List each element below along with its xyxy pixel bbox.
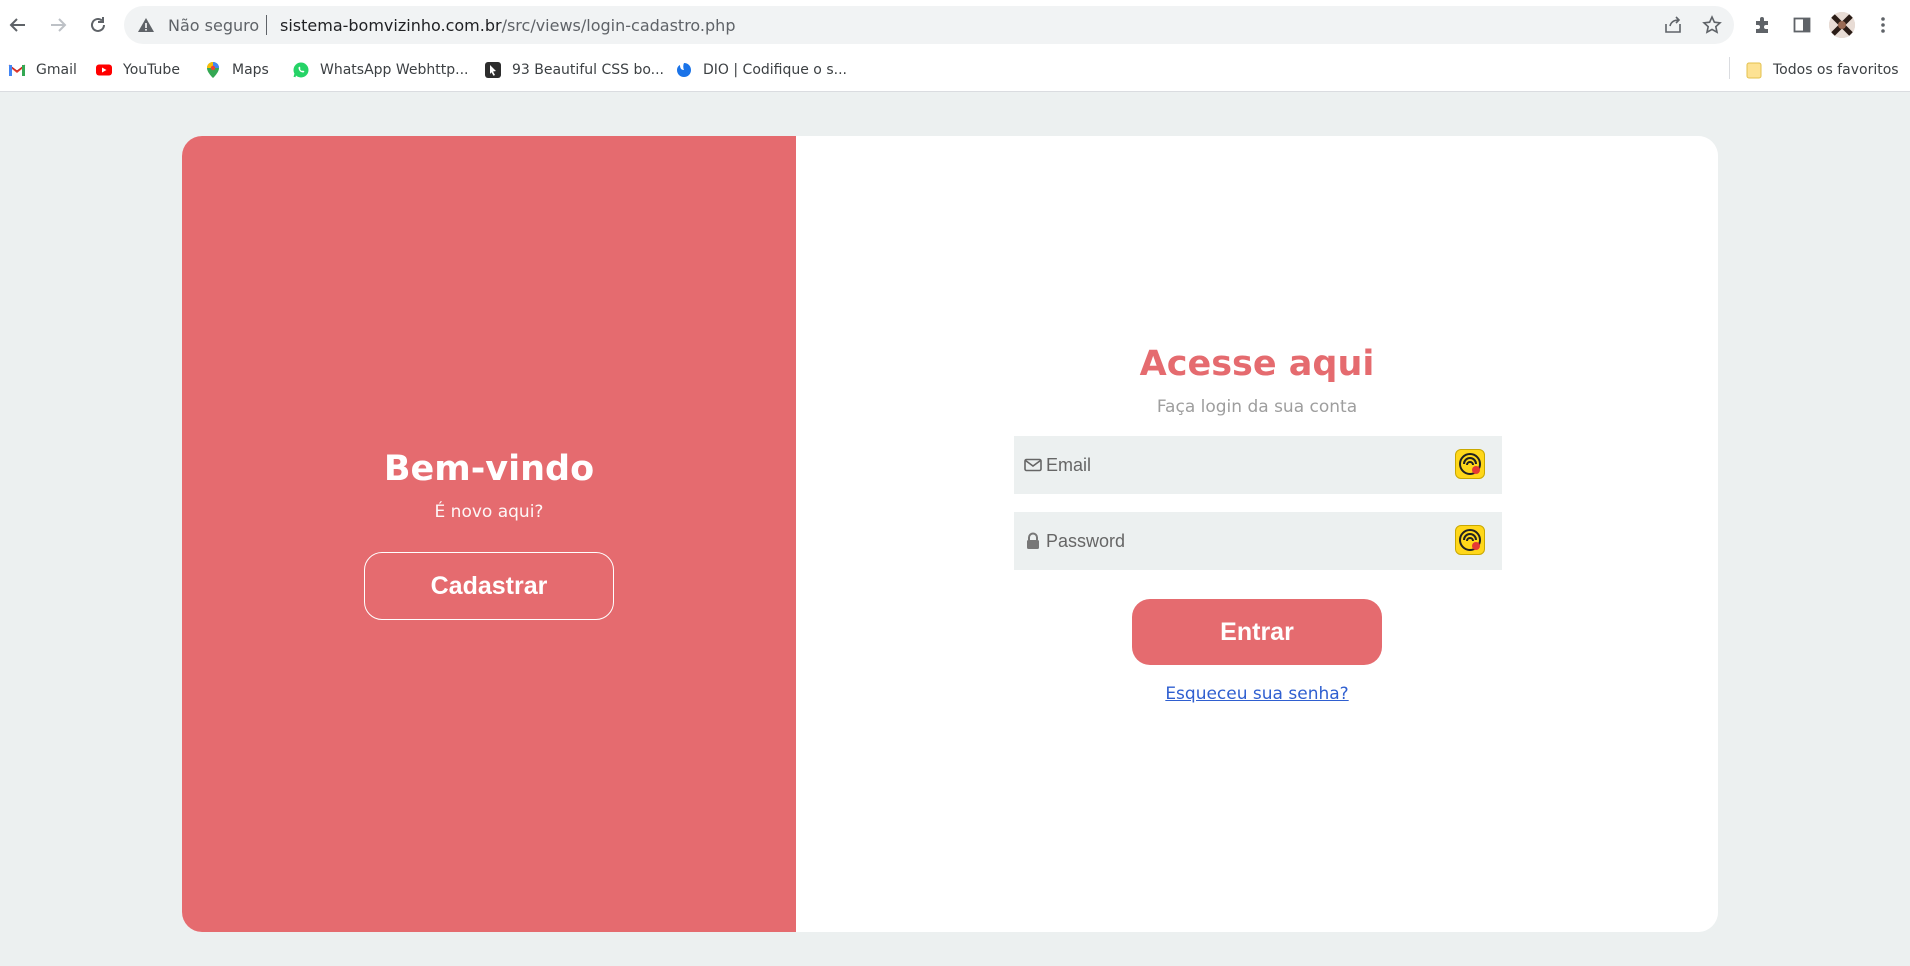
bookmark-label: WhatsApp Webhttp... [320, 62, 469, 78]
bookmark-label: YouTube [123, 62, 180, 78]
lock-icon [1022, 530, 1044, 552]
forward-button[interactable] [44, 11, 72, 39]
gmail-icon [8, 61, 26, 79]
bookmark-dio[interactable]: DIO | Codifique o s... [675, 59, 847, 81]
email-field [1014, 436, 1502, 494]
login-card: Bem-vindo É novo aqui? Cadastrar Acesse … [182, 136, 1718, 932]
login-submit-button[interactable]: Entrar [1132, 599, 1382, 665]
youtube-icon [95, 61, 113, 79]
menu-kebab-icon[interactable] [1871, 13, 1895, 37]
profile-avatar-image [1829, 12, 1855, 38]
forgot-password-container: Esqueceu sua senha? [796, 684, 1718, 704]
arrow-left-icon [9, 18, 25, 32]
bookmark-whatsapp[interactable]: WhatsApp Webhttp... [292, 59, 469, 81]
bookmark-all-favorites[interactable]: Todos os favoritos [1745, 59, 1899, 81]
login-panel: Acesse aqui Faça login da sua conta Entr… [796, 136, 1718, 932]
extensions-icon[interactable] [1750, 13, 1774, 37]
bookmark-star-icon[interactable] [1702, 15, 1722, 35]
bookmark-label: Todos os favoritos [1773, 62, 1899, 78]
bookmark-css-buttons[interactable]: 93 Beautiful CSS bo... [484, 59, 664, 81]
browser-toolbar: Não seguro sistema-bomvizinho.com.br/src… [0, 0, 1910, 50]
forgot-password-link[interactable]: Esqueceu sua senha? [1165, 684, 1348, 704]
reload-button[interactable] [84, 11, 112, 39]
welcome-panel: Bem-vindo É novo aqui? Cadastrar [182, 136, 796, 932]
url-path: /src/views/login-cadastro.php [501, 16, 736, 35]
password-manager-extension-icon[interactable] [1455, 449, 1485, 479]
url-text[interactable]: sistema-bomvizinho.com.br/src/views/logi… [280, 16, 735, 35]
welcome-subtitle: É novo aqui? [434, 502, 544, 522]
password-manager-extension-icon[interactable] [1455, 525, 1485, 555]
address-bar[interactable]: Não seguro sistema-bomvizinho.com.br/src… [124, 6, 1734, 44]
welcome-title: Bem-vindo [383, 449, 595, 489]
envelope-icon [1022, 454, 1044, 476]
bookmark-label: 93 Beautiful CSS bo... [512, 62, 665, 78]
omnibox-divider [266, 15, 267, 35]
password-input[interactable] [1044, 512, 1454, 570]
dio-icon [675, 61, 693, 79]
profile-avatar[interactable] [1829, 12, 1855, 38]
bookmark-label: Gmail [36, 62, 77, 78]
back-button[interactable] [4, 11, 32, 39]
whatsapp-icon [292, 61, 310, 79]
bookmark-gmail[interactable]: Gmail [8, 59, 77, 81]
reload-icon [91, 17, 105, 32]
bookmark-label: Maps [232, 62, 269, 78]
bookmark-youtube[interactable]: YouTube [95, 59, 180, 81]
password-field [1014, 512, 1502, 570]
maps-icon [204, 61, 222, 79]
bookmark-maps[interactable]: Maps [204, 59, 269, 81]
url-domain: sistema-bomvizinho.com.br [280, 16, 502, 35]
bookmark-site-icon [484, 61, 502, 79]
bookmark-label: DIO | Codifique o s... [703, 62, 847, 78]
register-button[interactable]: Cadastrar [364, 552, 614, 620]
login-subtitle: Faça login da sua conta [1156, 397, 1358, 417]
login-title: Acesse aqui [1139, 344, 1375, 384]
warning-icon[interactable] [137, 16, 155, 34]
security-label[interactable]: Não seguro [168, 16, 259, 35]
bookmarks-divider [1729, 57, 1730, 79]
share-icon[interactable] [1663, 15, 1683, 35]
side-panel-icon[interactable] [1790, 13, 1814, 37]
arrow-right-icon [51, 18, 67, 32]
email-input[interactable] [1044, 436, 1454, 494]
folder-icon [1745, 61, 1763, 79]
bookmarks-bar: Gmail YouTube Maps WhatsApp Webhttp... 9… [0, 50, 1910, 92]
